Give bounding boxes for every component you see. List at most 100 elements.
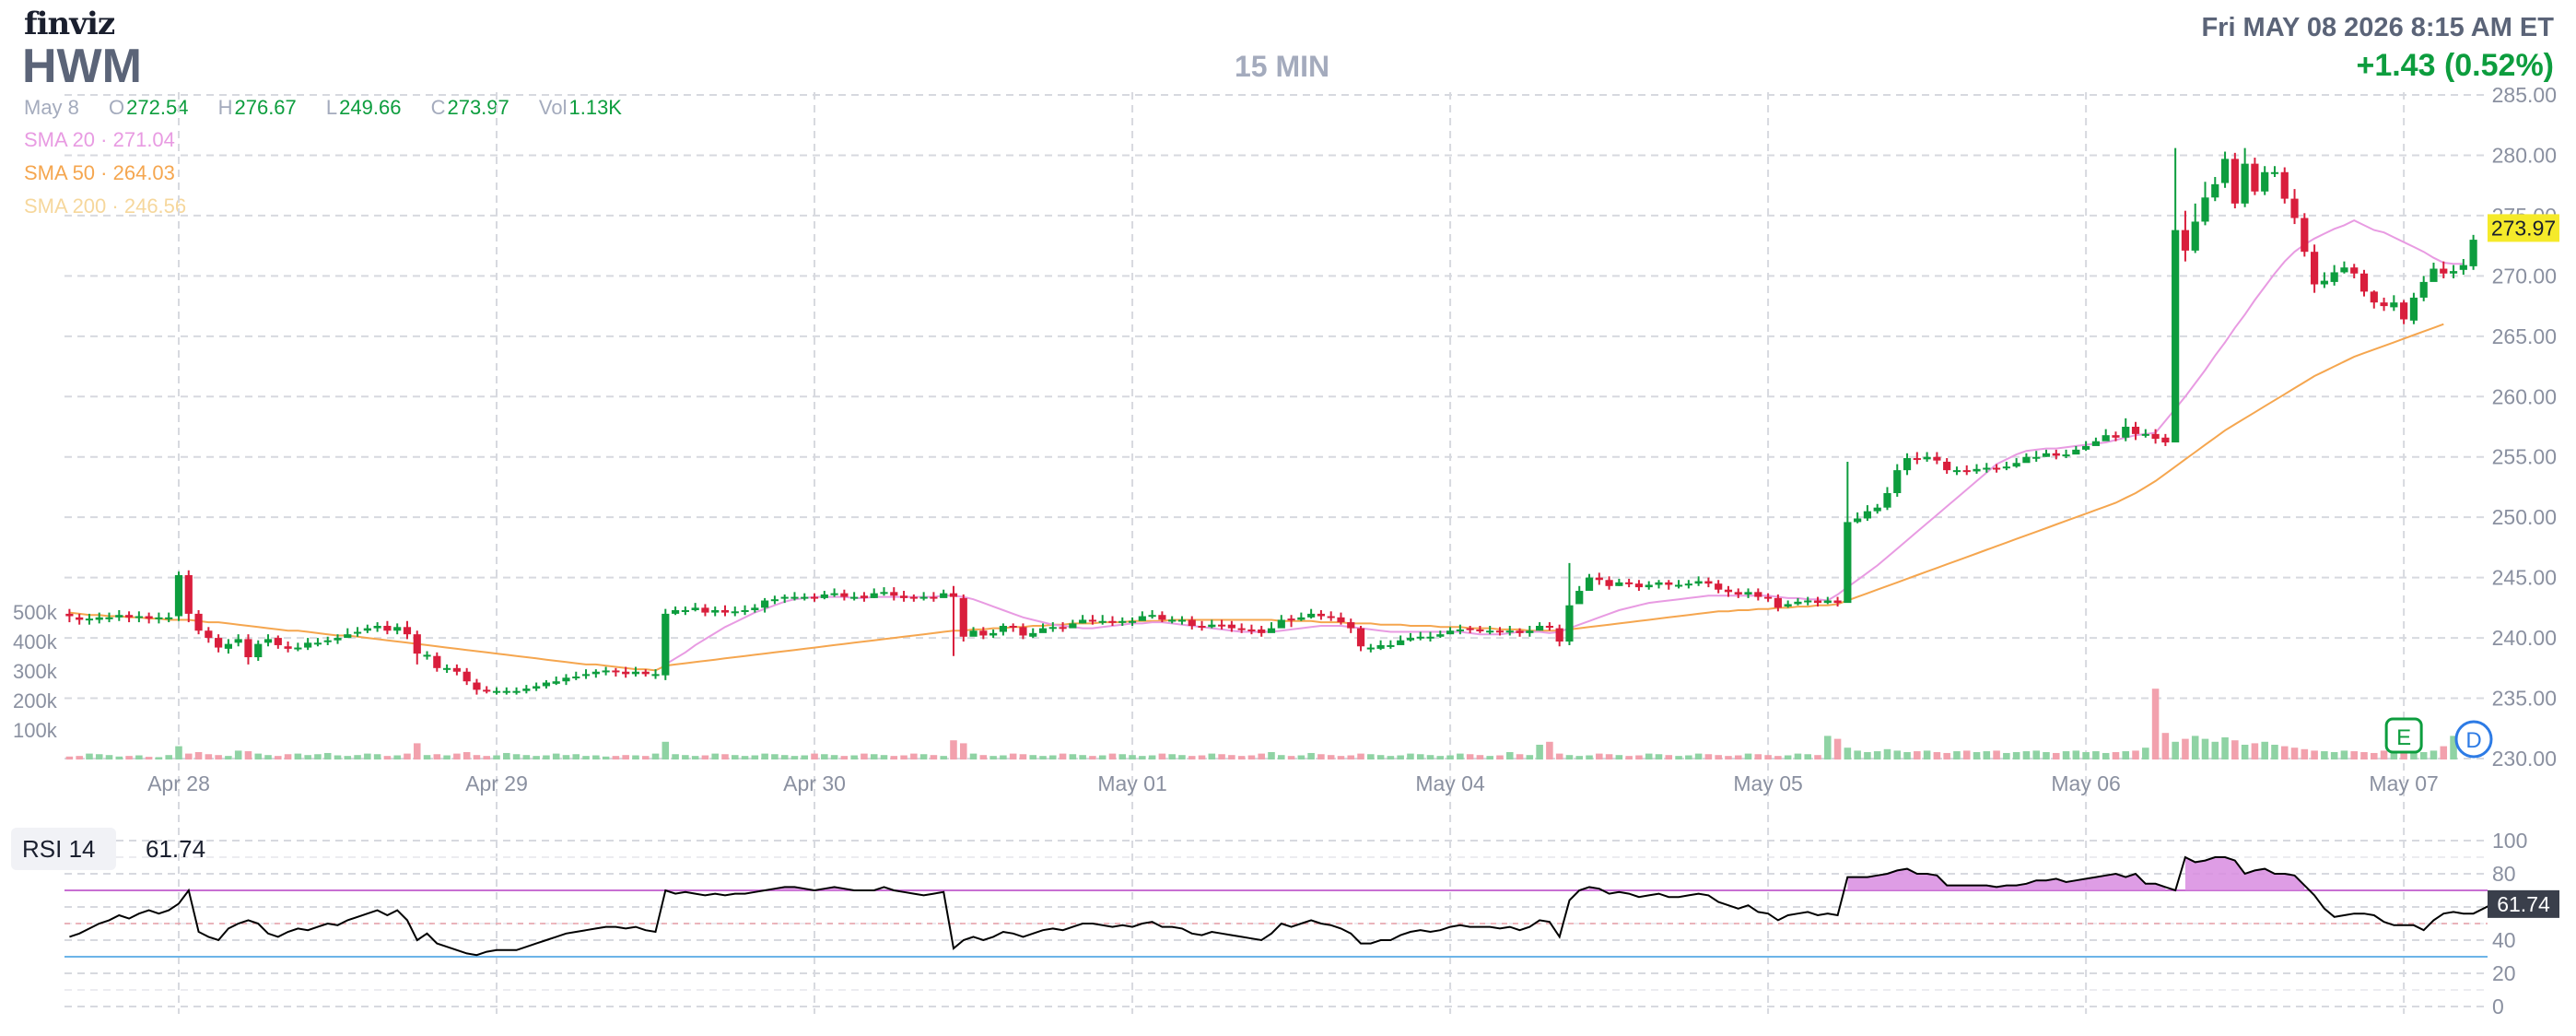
- candle: [234, 634, 242, 647]
- volume-bar: [1575, 756, 1584, 759]
- candle-body: [363, 628, 371, 631]
- candle: [1536, 622, 1544, 631]
- candle: [1426, 631, 1434, 642]
- candle: [870, 588, 878, 598]
- volume-bar: [1943, 752, 1950, 759]
- candle: [2072, 445, 2080, 455]
- candle-body: [2280, 171, 2289, 199]
- candle-body: [2032, 456, 2041, 459]
- candle-body: [1854, 518, 1862, 523]
- volume-tick-label: 100k: [13, 719, 58, 742]
- candle: [1973, 464, 1981, 475]
- candle: [433, 652, 441, 672]
- volume-bar: [1486, 756, 1493, 759]
- volume-bar: [811, 753, 818, 759]
- candle: [840, 589, 849, 601]
- volume-bar: [314, 754, 322, 759]
- candle-body: [681, 609, 689, 612]
- volume-bar: [2350, 751, 2358, 759]
- candle-body: [2261, 171, 2269, 192]
- candle-body: [2181, 230, 2190, 251]
- volume-bar: [701, 755, 709, 759]
- volume-bar: [1178, 755, 1186, 759]
- volume-bar: [244, 751, 252, 759]
- candle-body: [2311, 252, 2319, 285]
- volume-bar: [1367, 754, 1375, 759]
- candle: [2419, 276, 2428, 301]
- candle-body: [2469, 240, 2477, 266]
- candle: [1655, 580, 1663, 589]
- volume-bar: [2052, 752, 2060, 759]
- candle: [65, 608, 74, 623]
- candle: [135, 611, 143, 623]
- candle: [770, 595, 779, 605]
- candle: [1734, 588, 1742, 598]
- candle-body: [443, 667, 451, 670]
- volume-bar: [323, 752, 332, 759]
- volume-bar: [1317, 754, 1325, 759]
- candle-body: [1715, 583, 1723, 590]
- volume-bar: [691, 756, 699, 759]
- candle-body: [2400, 302, 2408, 320]
- candle: [1575, 585, 1584, 605]
- candle-body: [1565, 605, 1574, 642]
- volume-bar: [1605, 754, 1613, 759]
- candle-body: [403, 627, 412, 635]
- candle-body: [1634, 583, 1644, 588]
- price-chart[interactable]: 285.00280.00275.00270.00265.00260.00255.…: [0, 0, 2576, 1036]
- volume-bar: [2043, 752, 2050, 759]
- candle-body: [1774, 597, 1782, 608]
- candle-body: [1625, 582, 1633, 584]
- candle: [224, 639, 232, 654]
- candle: [1387, 640, 1395, 649]
- date-tick-label: Apr 30: [783, 771, 846, 795]
- candle: [2052, 449, 2060, 460]
- volume-bar: [910, 753, 918, 759]
- candle-body: [790, 596, 799, 599]
- candle: [1744, 588, 1752, 598]
- volume-bar: [254, 753, 263, 759]
- volume-bar: [1287, 756, 1295, 759]
- volume-bar: [1019, 754, 1027, 759]
- volume-bar: [115, 756, 123, 759]
- candle-body: [2459, 265, 2467, 270]
- candle-body: [1247, 629, 1256, 631]
- candle-body: [433, 655, 441, 668]
- rsi-tick-label: 20: [2492, 961, 2516, 985]
- candle-body: [463, 671, 471, 682]
- candle: [1595, 572, 1603, 585]
- candle: [1486, 626, 1494, 635]
- candle: [105, 612, 113, 623]
- candle-body: [2350, 267, 2359, 274]
- candle: [1069, 619, 1077, 629]
- volume-bar: [1069, 754, 1077, 759]
- candle: [403, 620, 412, 640]
- candle-body: [870, 593, 878, 598]
- volume-bar: [423, 755, 431, 759]
- volume-bar: [1794, 753, 1802, 759]
- volume-bar: [76, 756, 83, 759]
- candle-body: [2419, 281, 2428, 298]
- candle: [602, 666, 610, 676]
- candle: [344, 628, 352, 639]
- volume-bar: [1555, 753, 1563, 759]
- volume-bar: [522, 755, 531, 759]
- candle-body: [2102, 435, 2110, 441]
- candle-body: [244, 639, 252, 658]
- candle-body: [1763, 596, 1773, 599]
- candle-body: [115, 615, 123, 618]
- volume-bar: [1327, 755, 1335, 759]
- volume-bar: [1565, 755, 1574, 759]
- volume-bar: [840, 756, 849, 759]
- candle-body: [1277, 619, 1285, 629]
- dividend-marker-label: D: [2465, 728, 2481, 753]
- candle-body: [1456, 629, 1464, 631]
- candle: [2330, 265, 2338, 286]
- volume-bar: [2182, 738, 2189, 759]
- candle-body: [1943, 461, 1951, 471]
- candle: [1376, 640, 1385, 651]
- candle-body: [1674, 584, 1683, 587]
- candle: [591, 669, 600, 678]
- volume-bar: [1198, 755, 1206, 759]
- volume-bar: [1039, 756, 1047, 759]
